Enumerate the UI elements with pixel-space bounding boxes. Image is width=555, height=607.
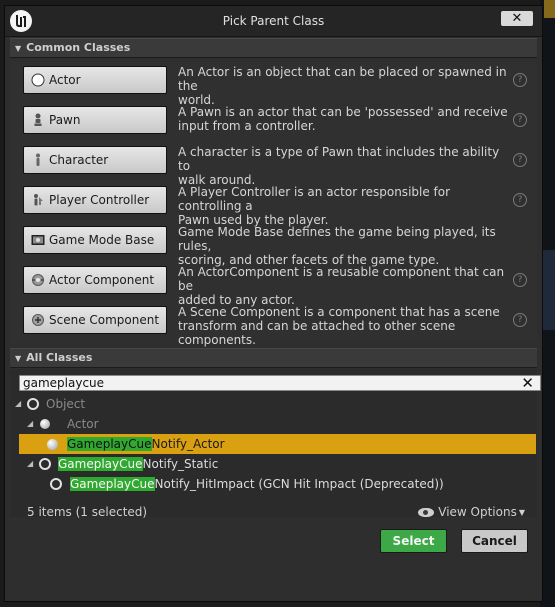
eye-icon (418, 508, 435, 517)
class-row-actor-component: Actor Component An ActorComponent is a r… (10, 261, 537, 307)
scene-component-description: A Scene Component is a component that ha… (178, 305, 500, 347)
pawn-description: A Pawn is an actor that can be 'possesse… (178, 105, 508, 133)
pawn-button-label: Pawn (49, 113, 81, 127)
actor-component-icon (32, 274, 44, 286)
help-icon[interactable]: ? (513, 313, 527, 327)
dialog-actions: Select Cancel (10, 519, 537, 597)
character-button-label: Character (49, 153, 109, 167)
actor-icon (31, 73, 45, 87)
pick-parent-class-dialog: Pick Parent Class ✕ ▼ Common Classes Acto… (4, 5, 543, 602)
close-button[interactable]: ✕ (501, 11, 533, 26)
common-classes-label: Common Classes (26, 41, 131, 54)
character-button[interactable]: Character (23, 146, 167, 174)
actor-component-button[interactable]: Actor Component (23, 266, 167, 294)
help-icon[interactable]: ? (513, 113, 527, 127)
object-class-icon (50, 478, 62, 490)
tree-label-object: Object (46, 397, 86, 411)
clear-search-icon[interactable]: ✕ (521, 376, 534, 391)
actor-button[interactable]: Actor (23, 66, 167, 94)
tree-label-actor: Actor (67, 417, 99, 431)
tree-label-gameplaycuenotify-static: GameplayCueNotify_Static (58, 457, 219, 471)
expand-arrow-icon: ▼ (15, 354, 22, 363)
collapse-arrow-icon[interactable]: ◢ (27, 454, 33, 474)
common-classes-header[interactable]: ▼ Common Classes (10, 38, 537, 58)
close-icon: ✕ (511, 11, 523, 26)
dialog-title: Pick Parent Class (222, 14, 325, 28)
pawn-icon (34, 113, 42, 126)
game-mode-base-button-label: Game Mode Base (49, 233, 155, 247)
scene-component-button[interactable]: Scene Component (23, 306, 167, 334)
game-mode-icon (31, 235, 45, 245)
class-row-character: Character A character is a type of Pawn … (10, 141, 537, 187)
tree-item-object[interactable]: ◢ Object (10, 394, 537, 414)
class-row-pawn: Pawn A Pawn is an actor that can be 'pos… (10, 101, 537, 141)
all-classes-header[interactable]: ▼ All Classes (10, 348, 537, 368)
common-classes-panel: Actor An Actor is an object that can be … (10, 61, 537, 347)
help-icon[interactable]: ? (513, 193, 527, 207)
all-classes-panel: gameplaycue ✕ ◢ Object ◢ Actor GameplayC… (10, 369, 541, 519)
tree-label-gameplaycuenotify-actor: GameplayCueNotify_Actor (67, 437, 225, 451)
class-row-game-mode-base: Game Mode Base Game Mode Base defines th… (10, 221, 537, 267)
search-value: gameplaycue (23, 376, 105, 390)
help-icon[interactable]: ? (513, 153, 527, 167)
tree-item-gameplaycuenotify-static[interactable]: ◢ GameplayCueNotify_Static (10, 454, 537, 474)
player-controller-button[interactable]: Player Controller (23, 186, 167, 214)
select-button[interactable]: Select (380, 529, 447, 553)
character-icon (36, 153, 40, 166)
actor-class-icon (47, 439, 58, 450)
class-search-input[interactable]: gameplaycue ✕ (19, 375, 541, 391)
items-count-status: 5 items (1 selected) (27, 505, 148, 519)
actor-button-label: Actor (49, 73, 81, 87)
view-options-label: View Options (438, 505, 517, 519)
help-icon[interactable]: ? (513, 273, 527, 287)
player-controller-button-label: Player Controller (49, 193, 150, 207)
object-class-icon (27, 398, 39, 410)
player-controller-icon (34, 194, 43, 206)
expand-arrow-icon: ▼ (15, 44, 22, 53)
title-bar[interactable]: Pick Parent Class ✕ (5, 6, 542, 37)
all-classes-label: All Classes (26, 351, 93, 364)
tree-item-actor[interactable]: ◢ Actor (10, 414, 537, 434)
view-options-button[interactable]: View Options ▼ (418, 505, 525, 519)
class-row-player-controller: Player Controller A Player Controller is… (10, 181, 537, 227)
chevron-down-icon: ▼ (518, 508, 525, 517)
scene-component-button-label: Scene Component (49, 313, 160, 327)
actor-component-button-label: Actor Component (49, 273, 155, 287)
tree-item-gameplaycuenotify-hitimpact[interactable]: GameplayCueNotify_HitImpact (GCN Hit Imp… (10, 474, 537, 494)
collapse-arrow-icon[interactable]: ◢ (15, 394, 21, 414)
pawn-button[interactable]: Pawn (23, 106, 167, 134)
tree-label-gameplaycuenotify-hitimpact: GameplayCueNotify_HitImpact (GCN Hit Imp… (70, 477, 444, 491)
cancel-button[interactable]: Cancel (461, 529, 528, 553)
class-row-scene-component: Scene Component A Scene Component is a c… (10, 301, 537, 347)
scene-component-icon (32, 314, 44, 326)
help-icon[interactable]: ? (513, 73, 527, 87)
actor-class-icon (40, 419, 50, 429)
game-mode-base-button[interactable]: Game Mode Base (23, 226, 167, 254)
class-row-actor: Actor An Actor is an object that can be … (10, 61, 537, 107)
collapse-arrow-icon[interactable]: ◢ (27, 414, 33, 434)
tree-item-gameplaycuenotify-actor[interactable]: GameplayCueNotify_Actor (19, 434, 536, 454)
object-class-icon (39, 458, 51, 470)
